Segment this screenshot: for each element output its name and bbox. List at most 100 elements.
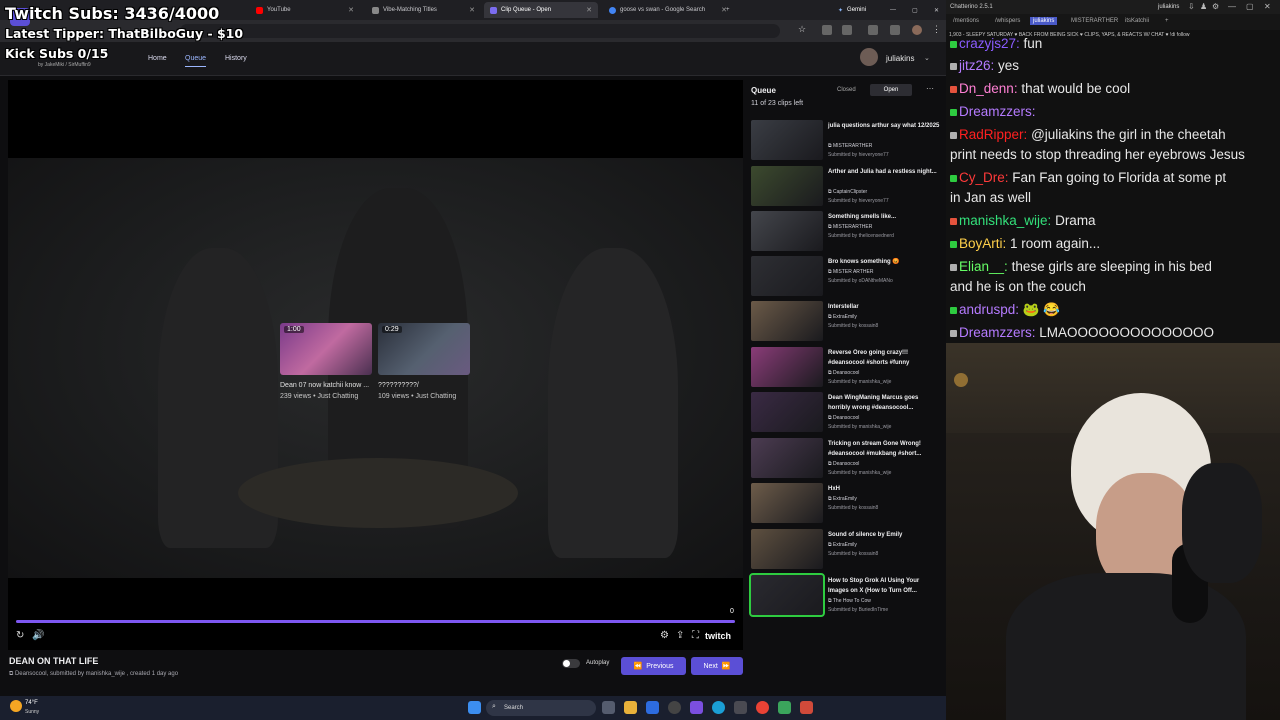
video-player[interactable]: 1:00 0:29 Dean 07 now katchii know ... 2… (8, 80, 743, 650)
clip-thumbnail[interactable] (751, 438, 823, 478)
chat-tab-juliakins[interactable]: juliakins (1030, 17, 1058, 25)
minimize-button[interactable]: — (1228, 2, 1236, 11)
chat-username[interactable]: crazyjs27 (959, 36, 1016, 51)
end-card-2-title[interactable]: ??????????/ (378, 382, 419, 389)
nav-queue[interactable]: Queue (185, 55, 207, 67)
tab-youtube[interactable]: YouTube ✕ (250, 2, 360, 18)
extension-icon[interactable] (822, 25, 832, 35)
app-icon[interactable] (734, 701, 747, 714)
app-icon[interactable] (646, 701, 659, 714)
address-bar[interactable] (180, 24, 780, 38)
app-icon[interactable] (690, 701, 703, 714)
queue-item[interactable]: Arther and Julia had a restless night...… (751, 166, 941, 208)
close-window-button[interactable]: ✕ (928, 2, 940, 18)
volume-icon[interactable]: 🔊 (32, 630, 44, 641)
queue-closed-button[interactable]: Closed (833, 85, 860, 95)
user-icon[interactable]: ♟ (1200, 2, 1207, 11)
autoplay-toggle[interactable] (562, 659, 580, 668)
queue-item[interactable]: Something smells like... ⧉ MISTERARTHER Su… (751, 211, 941, 253)
twitch-logo[interactable]: twitch (705, 631, 731, 641)
chevron-down-icon[interactable]: ⌄ (924, 54, 930, 62)
chat-username[interactable]: Dn_denn (959, 81, 1014, 96)
edge-icon[interactable] (712, 701, 725, 714)
file-explorer-icon[interactable] (624, 701, 637, 714)
chat-username[interactable]: Dreamzzers (959, 325, 1032, 340)
chat-username[interactable]: Dreamzzers (959, 104, 1032, 119)
clip-thumbnail[interactable] (751, 529, 823, 569)
chat-username[interactable]: RadRipper (959, 127, 1024, 142)
chat-username[interactable]: Cy_Dre (959, 170, 1005, 185)
close-icon[interactable]: ✕ (586, 6, 592, 14)
chat-username[interactable]: andruspd (959, 302, 1015, 317)
queue-open-button[interactable]: Open (870, 84, 912, 96)
progress-bar[interactable] (16, 620, 735, 623)
queue-item[interactable]: Interstellar ⧉ ExtraEmily Submitted by kos… (751, 301, 941, 343)
clip-thumbnail[interactable] (751, 347, 823, 387)
nav-history[interactable]: History (225, 55, 247, 62)
more-options-icon[interactable]: ⋯ (926, 84, 934, 93)
end-card-1[interactable]: 1:00 (280, 323, 372, 375)
queue-item[interactable]: How to Stop Grok AI Using Your Images on… (749, 573, 941, 617)
chat-tab-misterarther[interactable]: MISTERARTHER (1068, 17, 1121, 25)
clip-thumbnail[interactable] (751, 166, 823, 206)
clip-thumbnail[interactable] (751, 211, 823, 251)
next-button[interactable]: Next ⏩ (691, 657, 743, 675)
app-icon[interactable] (778, 701, 791, 714)
more-menu-icon[interactable]: ⋮ (932, 24, 942, 34)
chat-tab-itskatchii[interactable]: itsKatchii (1122, 17, 1152, 25)
chat-username[interactable]: jitz26 (959, 58, 991, 73)
profile-avatar[interactable] (912, 25, 922, 35)
clip-thumbnail[interactable] (749, 573, 825, 617)
new-tab-button[interactable]: + (720, 2, 734, 18)
queue-item[interactable]: HxH ⧉ ExtraEmily Submitted by kossain8 (751, 483, 941, 525)
chat-username[interactable]: BoyArti (959, 236, 1003, 251)
weather-temp[interactable]: 74°F (25, 700, 38, 706)
replay-icon[interactable]: ↻ (16, 630, 24, 641)
previous-button[interactable]: ⏪ Previous (621, 657, 686, 675)
end-card-2[interactable]: 0:29 (378, 323, 470, 375)
taskbar-search[interactable]: ⌕ Search (486, 700, 596, 716)
close-icon[interactable]: ✕ (348, 6, 354, 14)
clip-channel[interactable]: Deansocool (15, 671, 47, 677)
maximize-button[interactable]: ▢ (906, 2, 918, 18)
chat-tab-mentions[interactable]: /mentions (950, 17, 982, 25)
tab-clip-queue[interactable]: Clip Queue - Open ✕ (484, 2, 598, 18)
clip-thumbnail[interactable] (751, 120, 823, 160)
clip-thumbnail[interactable] (751, 483, 823, 523)
queue-item[interactable]: Bro knows something 😡 ⧉ MISTER ARTHER Subm… (751, 256, 941, 298)
clip-thumbnail[interactable] (751, 392, 823, 432)
bookmark-star-icon[interactable]: ☆ (798, 24, 808, 34)
app-icon[interactable] (800, 701, 813, 714)
gear-icon[interactable]: ⚙ (1212, 2, 1219, 11)
chat-username[interactable]: Elian__ (959, 259, 1004, 274)
chat-username[interactable]: manishka_wije (959, 213, 1048, 228)
extension-icon[interactable] (890, 25, 900, 35)
settings-gear-icon[interactable]: ⚙ (660, 630, 669, 641)
minimize-button[interactable]: — (884, 2, 896, 18)
app-icon[interactable] (668, 701, 681, 714)
chrome-icon[interactable] (756, 701, 769, 714)
tab-vibe-matching[interactable]: Vibe-Matching Titles ✕ (366, 2, 481, 18)
clip-thumbnail[interactable] (751, 301, 823, 341)
maximize-button[interactable]: ▢ (1246, 2, 1254, 11)
queue-item[interactable]: julia questions arthur say what 12/2025 ⧉… (751, 120, 941, 162)
gemini-button[interactable]: ✦ Gemini (832, 2, 872, 18)
chat-tab-whispers[interactable]: /whispers (992, 17, 1023, 25)
add-tab-button[interactable]: + (1162, 17, 1172, 25)
share-icon[interactable]: ⇪ (676, 630, 684, 641)
tab-google-search[interactable]: goose vs swan - Google Search ✕ (603, 2, 733, 18)
avatar[interactable] (860, 48, 878, 66)
fullscreen-icon[interactable]: ⛶ (692, 630, 699, 641)
task-view-icon[interactable] (602, 701, 615, 714)
download-icon[interactable]: ⇩ (1188, 2, 1195, 11)
queue-item[interactable]: Dean WingManing Marcus goes horribly wro… (751, 392, 941, 434)
end-card-1-title[interactable]: Dean 07 now katchii know ... (280, 382, 369, 389)
extension-icon[interactable] (842, 25, 852, 35)
close-window-button[interactable]: ✕ (1264, 2, 1271, 11)
windows-start-icon[interactable] (468, 701, 481, 714)
queue-item[interactable]: Tricking on stream Gone Wrong! #deansoco… (751, 438, 941, 480)
clip-thumbnail[interactable] (751, 256, 823, 296)
queue-item[interactable]: Reverse Oreo going crazy!!! #deansocool … (751, 347, 941, 389)
extension-icon[interactable] (868, 25, 878, 35)
queue-item[interactable]: Sound of silence by Emily ⧉ ExtraEmily Sub… (751, 529, 941, 571)
